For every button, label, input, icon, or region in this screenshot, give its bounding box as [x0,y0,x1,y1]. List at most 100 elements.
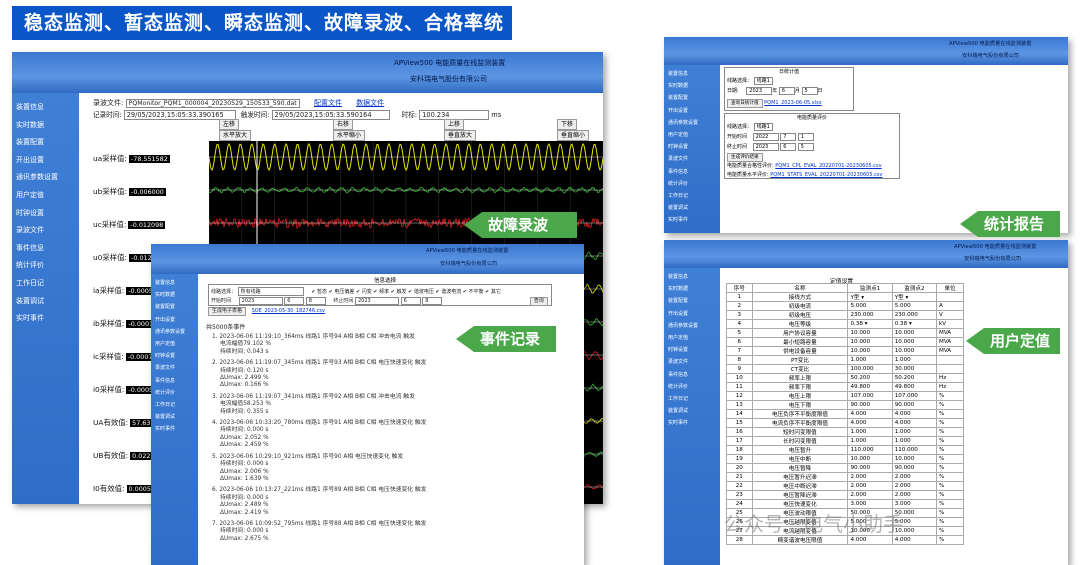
sidebar-item[interactable]: 统计评价 [151,387,198,399]
up-button[interactable]: 上移 [444,119,464,130]
line-select[interactable]: 所有线路 [238,287,304,296]
data-file-link[interactable]: 数据文件 [356,99,384,107]
sidebar-item[interactable]: 装置调试 [12,293,79,311]
sidebar-item[interactable]: 装置配置 [151,301,198,313]
setting-value-input[interactable]: 4.000 [848,419,892,428]
left-button[interactable]: 左移 [219,119,239,130]
sidebar-item[interactable]: 时钟设置 [151,350,198,362]
date-month[interactable]: 6 [779,87,795,95]
sidebar-item[interactable]: 时钟设置 [12,205,79,223]
sidebar-item[interactable]: 工作日记 [664,393,720,405]
sidebar-item[interactable]: 统计评价 [12,257,79,275]
h-zoom-out-button[interactable]: 水平缩小 [333,130,365,141]
date-day[interactable]: 5 [802,87,818,95]
sidebar-item[interactable]: 装置配置 [664,295,720,307]
date-year[interactable]: 2023 [746,87,772,95]
start-year[interactable]: 2023 [239,297,283,305]
setting-value-input[interactable]: 2.000 [848,491,892,500]
sidebar-item[interactable]: 装置信息 [664,68,720,80]
setting-value-input[interactable]: 0.38 ▾ [892,320,936,329]
setting-value-input[interactable]: 4.000 [892,410,936,419]
sidebar-item[interactable]: 装置配置 [12,134,79,152]
setting-value-input[interactable]: 10.000 [848,455,892,464]
sidebar-item[interactable]: 通讯参数设置 [664,320,720,332]
sidebar-item[interactable]: 装置调试 [664,405,720,417]
daily-file-link[interactable]: PQM1_2023-06-05.xlsx [764,100,822,106]
export-button[interactable]: 生成电子表格 [208,307,246,316]
setting-value-input[interactable]: 2.000 [892,491,936,500]
sidebar-item[interactable]: 工作日记 [12,275,79,293]
file-select[interactable]: PQMonitor_PQM1_000004_20230529_150533_59… [126,99,300,108]
setting-value-input[interactable]: 10.000 [892,329,936,338]
sidebar-item[interactable]: 开出设置 [12,152,79,170]
sidebar-item[interactable]: 开出设置 [664,308,720,320]
setting-value-input[interactable]: 50.200 [848,374,892,383]
sidebar-item[interactable]: 实时数据 [12,117,79,135]
start-day[interactable]: 8 [306,297,326,305]
sidebar-item[interactable]: 通讯参数设置 [151,326,198,338]
sidebar-item[interactable]: 开出设置 [664,105,720,117]
setting-value-input[interactable]: 230.000 [848,311,892,320]
setting-value-input[interactable]: 230.000 [892,311,936,320]
sidebar-item[interactable]: 装置信息 [151,277,198,289]
sidebar-item[interactable]: 装置配置 [664,92,720,104]
sidebar-item[interactable]: 统计评价 [664,381,720,393]
sidebar-item[interactable]: 事件信息 [664,369,720,381]
end-year[interactable]: 2023 [355,297,399,305]
setting-value-input[interactable]: 90.000 [892,464,936,473]
setting-value-input[interactable]: 1.000 [848,437,892,446]
sidebar-item[interactable]: 开出设置 [151,314,198,326]
start-month[interactable]: 7 [780,133,796,141]
setting-value-input[interactable]: 107.000 [848,392,892,401]
setting-value-input[interactable]: 2.000 [892,473,936,482]
setting-value-input[interactable]: Y型 ▾ [892,293,936,302]
setting-value-input[interactable]: 49.800 [892,383,936,392]
query-button[interactable]: 查询 [530,297,548,306]
event-type-checkboxes[interactable]: ✔ 暂态 ✔ 电压偏差 ✔ 闪变 ✔ 频率 ✔ 触发 ✔ 谐波电压 ✔ 谐波电流… [311,289,501,295]
sidebar-item[interactable]: 装置信息 [12,99,79,117]
export-file-link[interactable]: SOE_2023-05-30_182746.csv [252,308,325,314]
setting-value-input[interactable]: 4.000 [892,419,936,428]
daily-query-button[interactable]: 查询日统计值 [727,99,763,108]
sidebar-item[interactable]: 录波文件 [664,153,720,165]
setting-value-input[interactable]: 10.000 [848,329,892,338]
sidebar-item[interactable]: 事件信息 [151,375,198,387]
sidebar-item[interactable]: 统计评价 [664,178,720,190]
sidebar-item[interactable]: 时钟设置 [664,344,720,356]
generate-eval-button[interactable]: 生成评价结果 [727,153,763,162]
sidebar-item[interactable]: 装置调试 [151,411,198,423]
setting-value-input[interactable]: 10.000 [848,347,892,356]
sidebar-item[interactable]: 实时事件 [664,417,720,429]
sidebar-item[interactable]: 工作日记 [664,190,720,202]
setting-value-input[interactable]: 110.000 [848,446,892,455]
v-zoom-out-button[interactable]: 垂直缩小 [557,130,589,141]
eval1-file-link[interactable]: PQM1_CPL_EVAL_20220701-20230605.csv [775,163,881,169]
sidebar-item[interactable]: 事件信息 [12,240,79,258]
sidebar-item[interactable]: 通讯参数设置 [12,169,79,187]
sidebar-item[interactable]: 录波文件 [151,362,198,374]
line-select[interactable]: 线路1 [754,123,773,131]
line-select[interactable]: 线路1 [754,77,773,85]
setting-value-input[interactable]: 1.000 [892,437,936,446]
end-day[interactable]: 5 [798,143,814,151]
sidebar-item[interactable]: 事件信息 [664,166,720,178]
sidebar-item[interactable]: 用户定值 [151,338,198,350]
setting-value-input[interactable]: 50.200 [892,374,936,383]
setting-value-input[interactable]: 90.000 [848,401,892,410]
setting-value-input[interactable]: 4.000 [848,410,892,419]
setting-value-input[interactable]: 2.000 [892,482,936,491]
v-zoom-in-button[interactable]: 垂直放大 [444,130,476,141]
setting-value-input[interactable]: 2.000 [848,482,892,491]
sidebar-item[interactable]: 装置调试 [664,202,720,214]
sidebar-item[interactable]: 实时数据 [151,289,198,301]
sidebar-item[interactable]: 用户定值 [12,187,79,205]
setting-value-input[interactable]: 1.000 [848,428,892,437]
sidebar-item[interactable]: 实时事件 [12,310,79,328]
setting-value-input[interactable]: 10.000 [892,455,936,464]
setting-value-input[interactable]: 10.000 [892,347,936,356]
setting-value-input[interactable]: 10.000 [892,338,936,347]
setting-value-input[interactable]: 1.000 [892,356,936,365]
start-day[interactable]: 1 [798,133,814,141]
setting-value-input[interactable]: Y型 ▾ [848,293,892,302]
sidebar-item[interactable]: 录波文件 [12,222,79,240]
